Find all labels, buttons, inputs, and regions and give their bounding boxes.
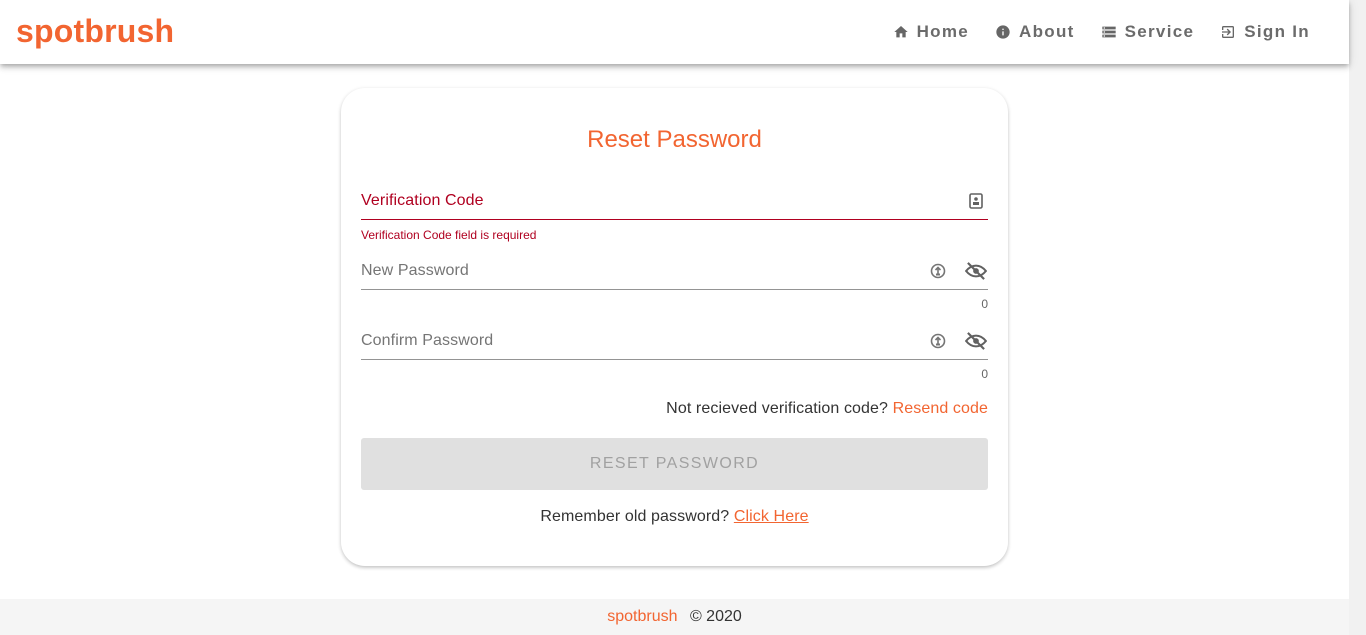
confirm-password-field[interactable]: Confirm Password (361, 326, 988, 360)
fingerprint-icon (926, 259, 950, 283)
nav-service[interactable]: Service (1088, 18, 1208, 46)
remember-prompt: Remember old password? (540, 508, 730, 525)
remember-row: Remember old password? Click Here (341, 508, 1008, 526)
verification-code-input[interactable]: Verification Code (361, 192, 484, 210)
nav-about[interactable]: About (982, 18, 1088, 46)
footer-brand[interactable]: spotbrush (607, 608, 677, 625)
verification-code-field[interactable]: Verification Code (361, 186, 988, 220)
login-icon (1222, 26, 1235, 38)
resend-row: Not recieved verification code? Resend c… (666, 400, 988, 418)
badge-icon (964, 189, 988, 213)
info-icon (996, 25, 1010, 39)
new-password-counter: 0 (981, 297, 988, 311)
confirm-password-counter: 0 (981, 367, 988, 381)
footer: spotbrush © 2020 (0, 599, 1349, 635)
verification-error-text: Verification Code field is required (361, 228, 537, 242)
click-here-link[interactable]: Click Here (734, 508, 809, 525)
new-password-input[interactable]: New Password (361, 262, 469, 280)
visibility-off-icon[interactable] (964, 259, 988, 283)
top-navbar: spotbrush Home About Service Sign In (0, 0, 1349, 64)
nav-home-label: Home (916, 22, 970, 41)
verification-icons (964, 189, 988, 213)
confirm-password-input[interactable]: Confirm Password (361, 332, 493, 350)
resend-prompt: Not recieved verification code? (666, 400, 889, 417)
footer-copyright: © 2020 (689, 608, 742, 625)
nav-service-label: Service (1124, 22, 1195, 41)
confirm-password-icons (926, 329, 988, 353)
visibility-off-icon[interactable] (964, 329, 988, 353)
fingerprint-icon (926, 329, 950, 353)
nav-signin-label: Sign In (1244, 22, 1310, 41)
nav-signin[interactable]: Sign In (1207, 18, 1323, 46)
vertical-scrollbar[interactable] (1349, 0, 1366, 635)
new-password-icons (926, 259, 988, 283)
main-nav: Home About Service Sign In (880, 18, 1323, 46)
reset-password-button[interactable]: RESET PASSWORD (361, 438, 988, 490)
reset-password-card: Reset Password Verification Code Verific… (341, 88, 1008, 566)
storage-icon (1101, 26, 1116, 38)
nav-about-label: About (1019, 22, 1075, 41)
resend-code-link[interactable]: Resend code (893, 400, 988, 417)
card-title: Reset Password (587, 126, 762, 153)
nav-home[interactable]: Home (880, 18, 982, 46)
new-password-field[interactable]: New Password (361, 256, 988, 290)
page: spotbrush Home About Service Sign In Res… (0, 0, 1349, 635)
home-icon (893, 26, 908, 38)
brand-logo[interactable]: spotbrush (16, 13, 174, 50)
